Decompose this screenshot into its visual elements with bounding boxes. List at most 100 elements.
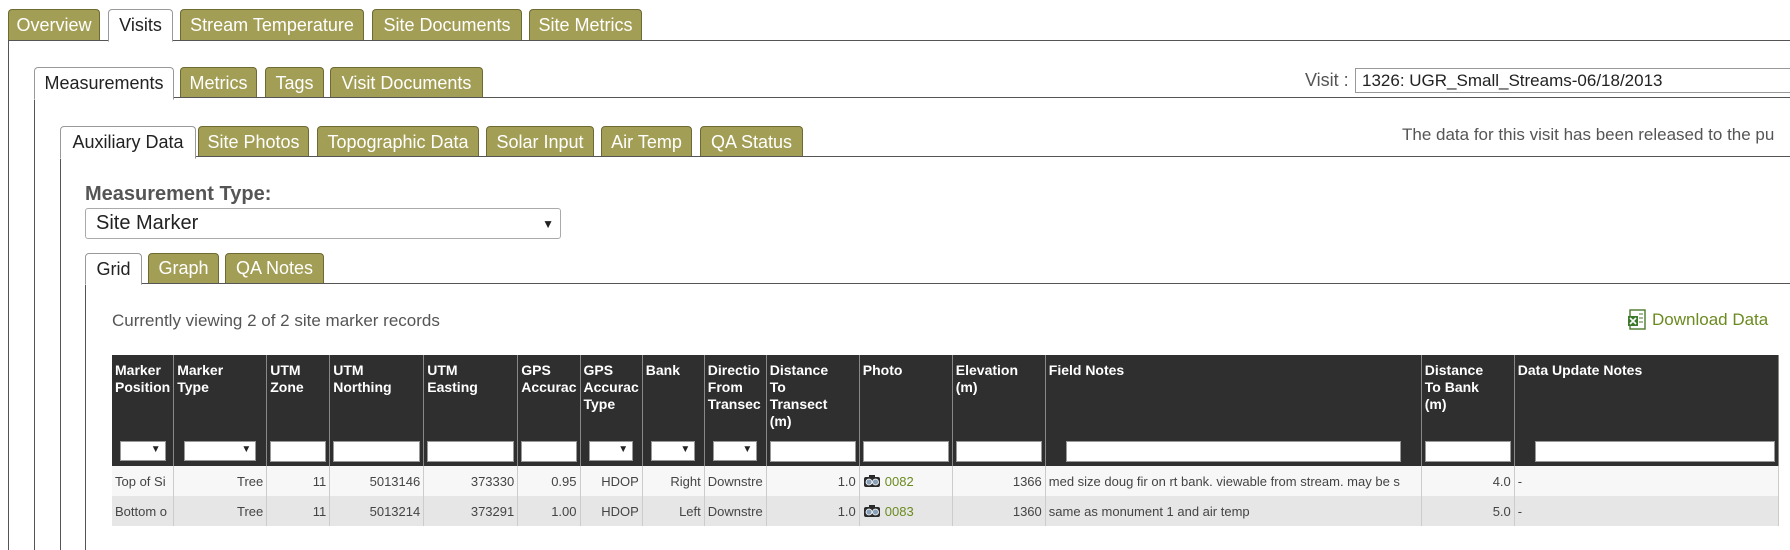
cell-utm-easting: 373330 — [423, 466, 519, 496]
chevron-down-icon: ▼ — [542, 217, 554, 231]
filter-bank[interactable]: ▼ — [651, 441, 696, 461]
cell-data-update-notes: - — [1514, 496, 1779, 526]
tab-stream-temperature[interactable]: Stream Temperature — [180, 9, 364, 40]
cell-gps-accuracy: 1.00 — [517, 496, 581, 526]
chevron-down-icon: ▼ — [150, 444, 161, 455]
col-gps-accuracy[interactable]: GPS Accurac — [517, 355, 581, 436]
tab-overview[interactable]: Overview — [8, 9, 100, 40]
cell-utm-zone: 11 — [266, 496, 331, 526]
tab-site-documents[interactable]: Site Documents — [372, 9, 522, 40]
cell-field-notes: med size doug fir on rt bank. viewable f… — [1045, 466, 1422, 496]
col-bank[interactable]: Bank — [642, 355, 705, 436]
tab-qa-notes[interactable]: QA Notes — [225, 253, 324, 283]
cell-bank: Left — [642, 496, 705, 526]
filter-marker-position[interactable]: ▼ — [119, 441, 166, 461]
tab-measurements[interactable]: Measurements — [34, 67, 174, 100]
cell-direction: Downstre — [704, 466, 767, 496]
filter-utm-easting[interactable] — [427, 440, 515, 462]
filter-field-notes[interactable] — [1065, 440, 1401, 462]
grid-header-row: Marker Position Marker Type UTM Zone UTM Nor… — [112, 355, 1779, 436]
col-marker-type[interactable]: Marker Type — [173, 355, 268, 436]
col-elevation[interactable]: Elevation (m) — [952, 355, 1046, 436]
filter-direction-from-transect[interactable]: ▼ — [713, 441, 758, 461]
tab-solar-input[interactable]: Solar Input — [486, 126, 594, 157]
measurement-type-select[interactable]: Site Marker ▼ — [85, 208, 561, 239]
col-utm-northing[interactable]: UTM Northing — [329, 355, 425, 436]
cell-utm-zone: 11 — [266, 466, 331, 496]
viewing-count: Currently viewing 2 of 2 site marker rec… — [112, 311, 440, 330]
tab-topographic-data[interactable]: Topographic Data — [317, 126, 479, 157]
col-distance-to-bank[interactable]: Distance To Bank (m) — [1421, 355, 1515, 436]
download-data-label: Download Data — [1652, 310, 1769, 329]
chevron-down-icon: ▼ — [618, 444, 629, 455]
tab-site-metrics[interactable]: Site Metrics — [529, 9, 642, 40]
photo-link[interactable]: 0083 — [885, 504, 914, 519]
site-marker-grid: Marker Position Marker Type UTM Zone UTM Nor… — [112, 355, 1779, 526]
cell-bank: Right — [642, 466, 705, 496]
col-distance-to-transect[interactable]: Distance To Transect (m) — [766, 355, 860, 436]
filter-utm-zone[interactable] — [270, 440, 327, 462]
filter-photo[interactable] — [862, 440, 949, 462]
cell-gps-accuracy: 0.95 — [517, 466, 581, 496]
tab-visits[interactable]: Visits — [108, 9, 173, 42]
tab-metrics[interactable]: Metrics — [180, 67, 257, 98]
filter-gps-accuracy[interactable] — [521, 440, 577, 462]
cell-gps-accuracy-type: HDOP — [580, 496, 643, 526]
filter-data-update-notes[interactable] — [1534, 440, 1775, 462]
chevron-down-icon: ▼ — [241, 444, 252, 455]
cell-distance-to-bank: 5.0 — [1421, 496, 1515, 526]
download-data-link[interactable]: Download Data — [1627, 309, 1768, 331]
filter-gps-accuracy-type[interactable]: ▼ — [589, 441, 634, 461]
photo-link[interactable]: 0082 — [885, 474, 914, 489]
grid-filter-row: ▼ ▼ ▼ ▼ ▼ — [112, 436, 1779, 466]
cell-utm-northing: 5013214 — [329, 496, 425, 526]
cell-marker-position: Bottom o — [112, 496, 175, 526]
chevron-down-icon: ▼ — [742, 444, 753, 455]
cell-gps-accuracy-type: HDOP — [580, 466, 643, 496]
cell-photo[interactable]: 0083 — [859, 496, 953, 526]
col-field-notes[interactable]: Field Notes — [1045, 355, 1422, 436]
measurement-type-label: Measurement Type: — [85, 183, 272, 205]
col-photo[interactable]: Photo — [859, 355, 953, 436]
cell-distance-to-bank: 4.0 — [1421, 466, 1515, 496]
filter-elevation[interactable] — [955, 440, 1042, 462]
tab-graph[interactable]: Graph — [148, 253, 219, 283]
table-row[interactable]: Bottom o Tree 11 5013214 373291 1.00 HDO… — [112, 496, 1779, 526]
cell-direction: Downstre — [704, 496, 767, 526]
cell-utm-easting: 373291 — [423, 496, 519, 526]
tab-grid[interactable]: Grid — [85, 253, 142, 285]
excel-file-icon — [1628, 309, 1646, 330]
camera-icon[interactable] — [863, 504, 881, 518]
filter-utm-northing[interactable] — [333, 440, 421, 462]
cell-distance-to-transect: 1.0 — [766, 496, 860, 526]
visit-select[interactable]: 1326: UGR_Small_Streams-06/18/2013 — [1355, 68, 1790, 93]
tab-site-photos[interactable]: Site Photos — [198, 126, 309, 157]
measurement-type-value: Site Marker — [96, 212, 199, 234]
tab-tags[interactable]: Tags — [265, 67, 324, 98]
filter-marker-type[interactable]: ▼ — [184, 441, 257, 461]
cell-elevation: 1360 — [952, 496, 1046, 526]
cell-data-update-notes: - — [1514, 466, 1779, 496]
tab-qa-status[interactable]: QA Status — [700, 126, 803, 157]
release-note: The data for this visit has been release… — [1402, 125, 1775, 144]
tab-air-temp[interactable]: Air Temp — [601, 126, 692, 157]
col-utm-zone[interactable]: UTM Zone — [266, 355, 331, 436]
col-data-update-notes[interactable]: Data Update Notes — [1514, 355, 1779, 436]
col-marker-position[interactable]: Marker Position — [112, 355, 175, 436]
cell-marker-type: Tree — [173, 466, 268, 496]
cell-photo[interactable]: 0082 — [859, 466, 953, 496]
col-direction-from-transect[interactable]: Directio From Transec — [704, 355, 767, 436]
visit-select-value: 1326: UGR_Small_Streams-06/18/2013 — [1362, 70, 1663, 90]
filter-distance-to-bank[interactable] — [1424, 440, 1511, 462]
table-row[interactable]: Top of Si Tree 11 5013146 373330 0.95 HD… — [112, 466, 1779, 496]
tab-visit-documents[interactable]: Visit Documents — [330, 67, 483, 98]
filter-distance-to-transect[interactable] — [769, 440, 856, 462]
col-gps-accuracy-type[interactable]: GPS Accurac Type — [580, 355, 643, 436]
camera-icon[interactable] — [863, 474, 881, 488]
cell-marker-type: Tree — [173, 496, 268, 526]
visit-label: Visit : — [1305, 70, 1349, 90]
tab-auxiliary-data[interactable]: Auxiliary Data — [60, 126, 196, 159]
cell-marker-position: Top of Si — [112, 466, 175, 496]
col-utm-easting[interactable]: UTM Easting — [423, 355, 519, 436]
cell-utm-northing: 5013146 — [329, 466, 425, 496]
